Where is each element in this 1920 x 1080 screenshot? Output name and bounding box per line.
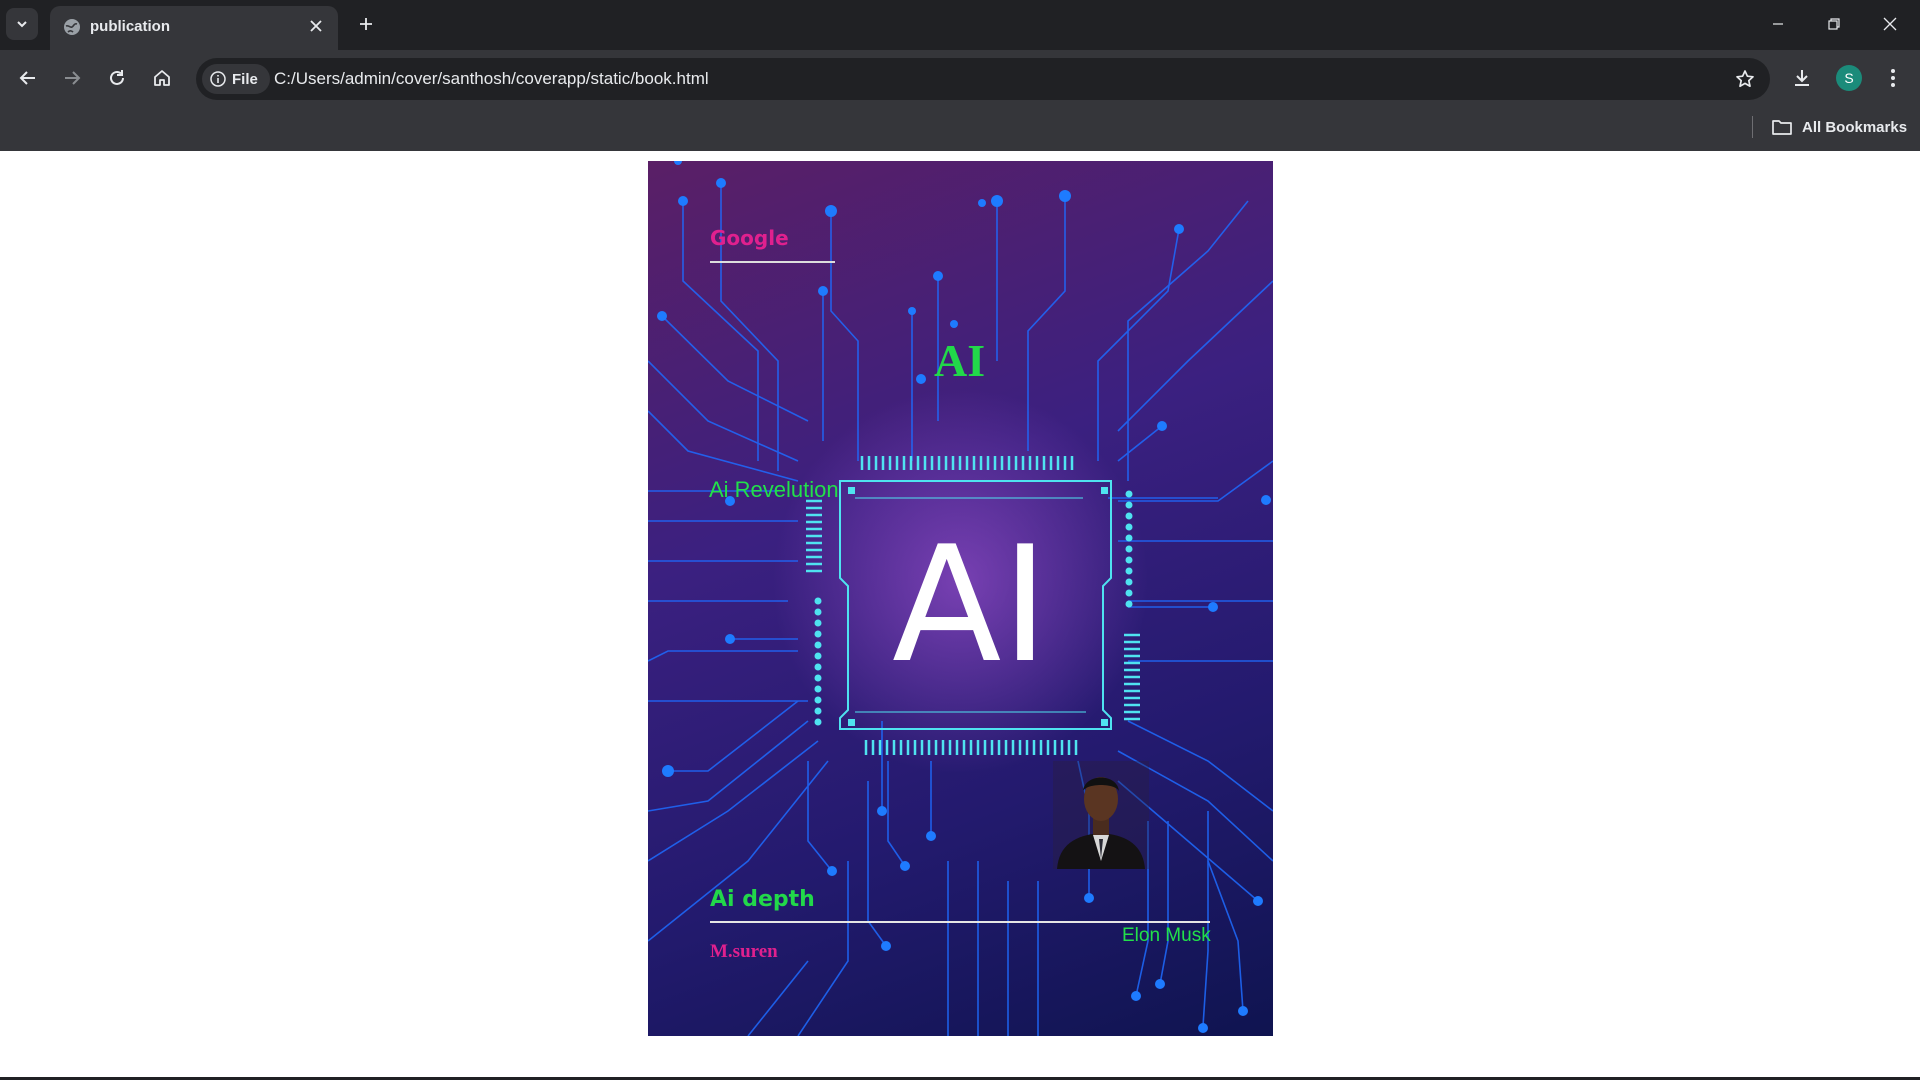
home-button[interactable] bbox=[144, 60, 180, 96]
author-photo bbox=[1053, 761, 1149, 869]
home-icon bbox=[154, 70, 170, 86]
close-icon bbox=[310, 20, 322, 32]
close-tab-button[interactable] bbox=[304, 14, 328, 38]
info-icon bbox=[210, 71, 226, 87]
active-tab[interactable]: publication bbox=[50, 6, 338, 50]
chevron-down-icon bbox=[17, 21, 27, 28]
close-icon bbox=[1883, 17, 1897, 31]
site-info-chip[interactable]: File bbox=[202, 64, 270, 94]
cover-subtitle: Ai Revelution bbox=[709, 477, 839, 502]
close-window-button[interactable] bbox=[1862, 0, 1918, 48]
title-bar: publication bbox=[0, 0, 1920, 50]
portrait-image bbox=[1053, 761, 1149, 869]
back-button[interactable] bbox=[10, 60, 46, 96]
url-text: C:/Users/admin/cover/santhosh/coverapp/s… bbox=[274, 69, 709, 88]
browser-toolbar: File C:/Users/admin/cover/santhosh/cover… bbox=[0, 50, 1920, 108]
reload-icon bbox=[110, 70, 124, 85]
publisher-label: Google bbox=[710, 226, 789, 250]
chip-ai-text: AI bbox=[892, 511, 1049, 698]
new-tab-button[interactable] bbox=[352, 10, 380, 38]
downloads-button[interactable] bbox=[1784, 60, 1820, 96]
bookmark-star-button[interactable] bbox=[1730, 64, 1760, 94]
protocol-label: File bbox=[232, 70, 258, 88]
tab-search-button[interactable] bbox=[6, 8, 38, 40]
all-bookmarks-button[interactable]: All Bookmarks bbox=[1772, 114, 1907, 140]
globe-icon bbox=[64, 19, 80, 35]
profile-avatar[interactable]: S bbox=[1836, 65, 1862, 91]
arrow-left-icon bbox=[19, 71, 35, 85]
address-bar[interactable]: File C:/Users/admin/cover/santhosh/cover… bbox=[196, 58, 1770, 100]
minimize-icon bbox=[1773, 23, 1783, 25]
bookmarks-bar: All Bookmarks bbox=[0, 108, 1920, 151]
reload-button[interactable] bbox=[99, 60, 135, 96]
cover-heading: AI bbox=[934, 335, 986, 386]
author-name: M.suren bbox=[710, 941, 778, 962]
book-cover: Google AI Ai Revelution AI Ai depth M.su… bbox=[648, 161, 1273, 1036]
tab-title: publication bbox=[90, 18, 170, 35]
folder-icon bbox=[1772, 120, 1792, 135]
restore-icon bbox=[1828, 18, 1840, 30]
book-title: Ai depth bbox=[710, 887, 815, 912]
menu-button[interactable] bbox=[1875, 60, 1911, 96]
arrow-right-icon bbox=[65, 71, 81, 85]
restore-button[interactable] bbox=[1806, 0, 1862, 48]
more-vertical-icon bbox=[1891, 69, 1895, 87]
title-divider bbox=[710, 921, 1210, 923]
minimize-button[interactable] bbox=[1750, 0, 1806, 48]
forward-button[interactable] bbox=[54, 60, 90, 96]
all-bookmarks-label: All Bookmarks bbox=[1802, 118, 1908, 136]
plus-icon bbox=[360, 18, 372, 30]
download-icon bbox=[1795, 70, 1809, 86]
publisher-underline bbox=[710, 261, 835, 263]
bookmarks-separator bbox=[1752, 116, 1753, 138]
dedication-name: Elon Musk bbox=[1122, 925, 1211, 946]
star-icon bbox=[1736, 70, 1754, 88]
